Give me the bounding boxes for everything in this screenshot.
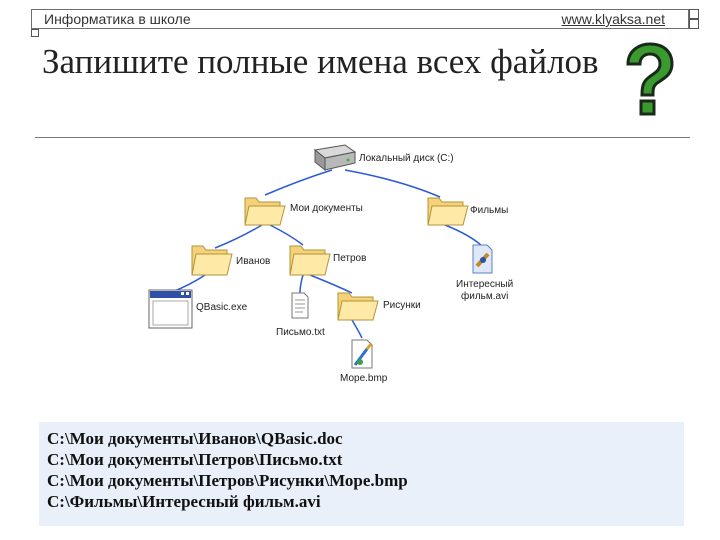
edge-disk-mydocs <box>264 169 333 196</box>
edge-films-filmfile <box>444 224 483 247</box>
edge-mydocs-ivanov <box>214 224 263 249</box>
answer-line: C:\Мои документы\Петров\Рисунки\Море.bmp <box>47 471 408 490</box>
label-risunki: Рисунки <box>383 300 421 311</box>
answer-line: C:\Фильмы\Интересный фильм.avi <box>47 492 321 511</box>
label-pismo: Письмо.txt <box>276 327 325 338</box>
edge-petrov-risunki <box>309 274 353 294</box>
folder-icon-ivanov <box>191 245 233 276</box>
edge-petrov-pismo <box>299 274 304 294</box>
disk-icon <box>313 144 357 172</box>
label-film-file-line1: Интересный <box>456 279 514 290</box>
label-mydocs: Мои документы <box>290 203 363 214</box>
label-film-file-line2: фильм.avi <box>461 291 509 302</box>
label-films: Фильмы <box>470 205 509 216</box>
video-file-icon <box>472 244 493 274</box>
edge-ivanov-qbasic <box>171 274 206 293</box>
folder-icon-films <box>427 197 469 226</box>
label-petrov: Петров <box>333 253 367 264</box>
image-file-icon <box>351 339 373 369</box>
edge-disk-films <box>344 169 441 198</box>
label-more: Море.bmp <box>340 373 388 384</box>
folder-icon-mydocs <box>244 197 286 226</box>
text-file-icon <box>291 292 309 319</box>
edge-risunki-more <box>351 319 363 339</box>
window-app-icon <box>148 289 193 329</box>
edge-mydocs-petrov <box>269 224 304 246</box>
answer-line: C:\Мои документы\Петров\Письмо.txt <box>47 450 343 469</box>
folder-icon-petrov <box>289 245 331 276</box>
label-ivanov: Иванов <box>236 256 271 267</box>
label-disk: Локальный диск (C:) <box>359 153 454 164</box>
folder-icon-risunki <box>337 292 379 321</box>
label-qbasic: QBasic.exe <box>196 302 248 313</box>
answers-box: C:\Мои документы\Иванов\QBasic.doc C:\Мо… <box>39 422 684 526</box>
answer-line: C:\Мои документы\Иванов\QBasic.doc <box>47 429 343 448</box>
